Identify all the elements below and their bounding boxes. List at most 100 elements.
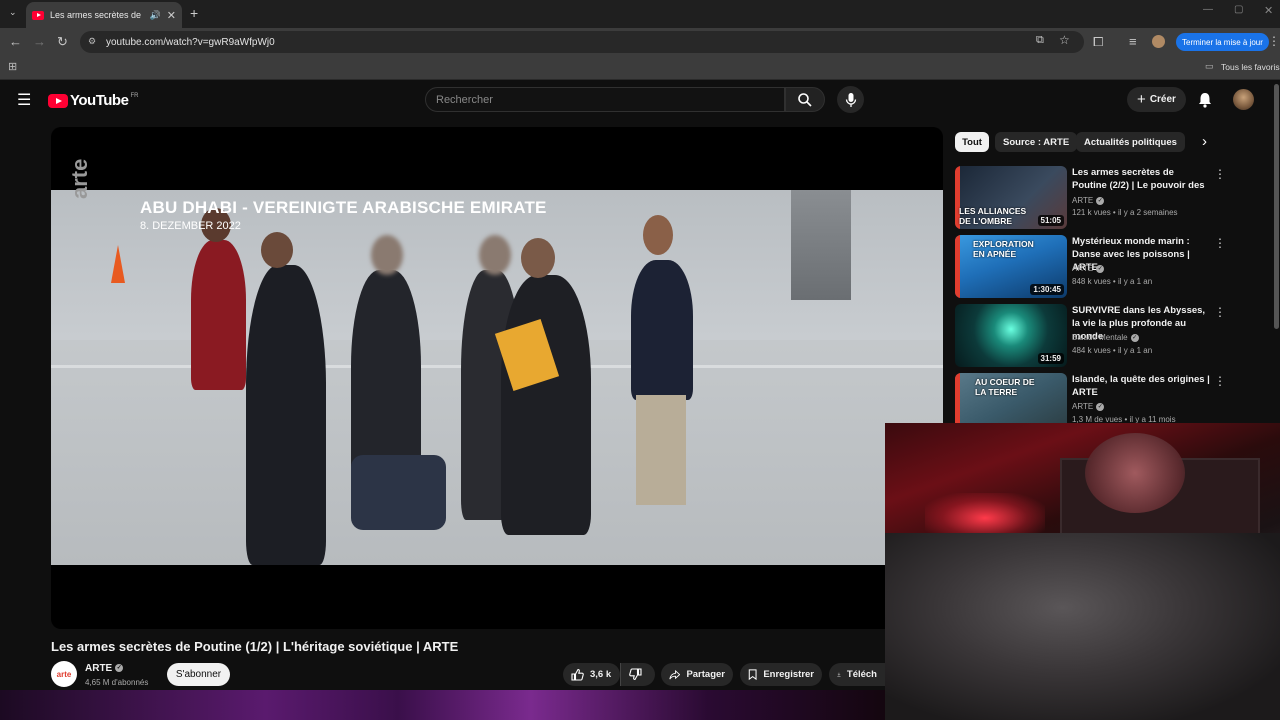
search-button[interactable]: [785, 87, 825, 112]
tab-list-chevron-icon[interactable]: ⌄: [9, 7, 17, 18]
more-options-icon[interactable]: ⋮: [1214, 374, 1226, 388]
video-thumbnail[interactable]: LES ALLIANCES DE L'OMBRE 51:05: [955, 166, 1067, 229]
recommendation-item[interactable]: 31:59 SURVIVRE dans les Abysses, la vie …: [955, 304, 1275, 368]
page-scrollbar[interactable]: [1274, 84, 1279, 329]
maximize-icon[interactable]: ▢: [1234, 4, 1243, 15]
person-head: [643, 215, 673, 255]
recommendation-title[interactable]: Les armes secrètes de Poutine (2/2) | Le…: [1072, 166, 1210, 192]
thumbs-up-icon: [571, 668, 584, 681]
video-title: Les armes secrètes de Poutine (1/2) | L'…: [51, 639, 459, 654]
reload-icon[interactable]: ↻: [57, 34, 68, 50]
thumbnail-text: EXPLORATION EN APNÉE: [973, 239, 1034, 259]
recommendation-channel[interactable]: ARTE ✓: [1072, 196, 1105, 205]
search-icon: [798, 92, 812, 107]
browser-tab[interactable]: Les armes secrètes de Poutine 🔊 ✕: [26, 2, 182, 28]
channel-text: ARTE: [1072, 264, 1094, 273]
back-arrow-icon[interactable]: ←: [9, 34, 22, 50]
download-button[interactable]: Téléch: [829, 663, 885, 686]
recommendation-channel[interactable]: ARTE ✓: [1072, 402, 1105, 411]
video-player[interactable]: ABU DHABI - VEREINIGTE ARABISCHE EMIRATE…: [51, 127, 943, 629]
thumbnail-text: AU COEUR DE LA TERRE: [975, 377, 1035, 397]
profile-avatar-icon[interactable]: [1152, 35, 1165, 48]
chips-next-chevron-icon[interactable]: ›: [1202, 133, 1207, 150]
verified-badge-icon: ✓: [1130, 333, 1139, 342]
dislike-button[interactable]: [620, 663, 655, 686]
channel-avatar[interactable]: arte: [51, 661, 77, 687]
webcam-overlay: [885, 423, 1280, 720]
download-icon: [837, 672, 841, 677]
youtube-favicon-icon: [32, 10, 44, 20]
aircraft-stairs: [791, 190, 851, 300]
youtube-play-icon: [48, 93, 68, 108]
hamburger-menu-icon[interactable]: ☰: [17, 90, 31, 110]
more-options-icon[interactable]: ⋮: [1214, 167, 1226, 181]
verified-badge-icon: ✓: [115, 664, 124, 673]
save-label: Enregistrer: [763, 669, 814, 680]
video-frame: ABU DHABI - VEREINIGTE ARABISCHE EMIRATE…: [51, 190, 943, 565]
video-caption-date: 8. DEZEMBER 2022: [140, 220, 241, 232]
channel-text: ARTE: [1072, 196, 1094, 205]
recommendation-item[interactable]: EXPLORATION EN APNÉE 1:30:45 Mystérieux …: [955, 235, 1275, 299]
video-duration: 31:59: [1037, 353, 1064, 364]
video-thumbnail[interactable]: 31:59: [955, 304, 1067, 367]
address-bar[interactable]: ⚙ youtube.com/watch?v=gwR9aWfpWj0 ⧉ ☆: [80, 31, 1084, 53]
verified-badge-icon: ✓: [1096, 264, 1105, 273]
chrome-menu-icon[interactable]: ⋮: [1268, 34, 1280, 48]
recommendation-channel[interactable]: ARTE ✓: [1072, 264, 1105, 273]
video-thumbnail[interactable]: EXPLORATION EN APNÉE 1:30:45: [955, 235, 1067, 298]
thumbnail-text: LES ALLIANCES DE L'OMBRE: [959, 206, 1027, 226]
person-navy-blazer: [631, 260, 693, 400]
blurred-face: [479, 235, 511, 275]
video-duration: 1:30:45: [1030, 284, 1064, 295]
reading-list-icon[interactable]: ≡: [1129, 34, 1137, 50]
share-button[interactable]: Partager: [661, 663, 733, 686]
bookmark-star-icon[interactable]: ☆: [1059, 33, 1070, 47]
voice-search-button[interactable]: [837, 86, 864, 113]
update-button[interactable]: Terminer la mise à jour: [1176, 33, 1269, 51]
traffic-cone: [111, 245, 125, 283]
recommendation-item[interactable]: LES ALLIANCES DE L'OMBRE 51:05 Les armes…: [955, 166, 1275, 230]
notifications-bell-icon[interactable]: [1197, 91, 1213, 108]
account-avatar[interactable]: [1233, 89, 1254, 110]
chip-source-arte[interactable]: Source : ARTE: [995, 132, 1078, 152]
verified-badge-icon: ✓: [1096, 196, 1105, 205]
save-button[interactable]: Enregistrer: [740, 663, 822, 686]
chip-political-news[interactable]: Actualités politiques: [1076, 132, 1185, 152]
speaker-icon[interactable]: 🔊: [150, 10, 161, 21]
forward-arrow-icon[interactable]: →: [33, 34, 46, 50]
create-label: Créer: [1149, 94, 1176, 105]
tab-close-icon[interactable]: ✕: [167, 9, 176, 22]
youtube-logo[interactable]: YouTube FR: [48, 92, 138, 109]
thumbs-down-icon: [629, 668, 642, 681]
tab-title: Les armes secrètes de Poutine: [50, 10, 144, 20]
like-count: 3,6 k: [590, 669, 612, 680]
channel-name[interactable]: ARTE ✓: [85, 663, 124, 674]
all-bookmarks-link[interactable]: Tous les favoris: [1221, 62, 1280, 72]
person-with-folder: [501, 275, 591, 535]
more-options-icon[interactable]: ⋮: [1214, 305, 1226, 319]
recommendation-title[interactable]: Islande, la quête des origines | ARTE: [1072, 373, 1210, 399]
more-options-icon[interactable]: ⋮: [1214, 236, 1226, 250]
arte-thumb-stripe: [955, 235, 960, 298]
plus-icon: +: [1137, 91, 1146, 108]
verified-badge-icon: ✓: [1096, 402, 1105, 411]
window-close-icon[interactable]: ✕: [1264, 4, 1273, 17]
apps-grid-icon[interactable]: ⊞: [8, 60, 17, 73]
subscribe-button[interactable]: S'abonner: [167, 663, 230, 686]
extensions-icon[interactable]: ⧠: [1093, 34, 1103, 50]
like-button[interactable]: 3,6 k: [563, 663, 620, 686]
channel-name-text: ARTE: [85, 663, 113, 674]
create-button[interactable]: + Créer: [1127, 87, 1186, 112]
duffel-bag: [351, 455, 446, 530]
person-face: [1085, 433, 1185, 513]
recommendation-channel[interactable]: Balade Mentale ✓: [1072, 333, 1139, 342]
minimize-icon[interactable]: —: [1203, 4, 1213, 15]
recommendation-meta: 121 k vues • il y a 2 semaines: [1072, 208, 1178, 217]
search-input[interactable]: Rechercher: [425, 87, 785, 112]
khaki-trousers: [636, 395, 686, 505]
install-app-icon[interactable]: ⧉: [1036, 34, 1044, 47]
chip-all[interactable]: Tout: [955, 132, 989, 152]
site-info-icon[interactable]: ⚙: [88, 36, 96, 47]
region-code: FR: [130, 92, 139, 99]
new-tab-icon[interactable]: +: [190, 5, 198, 21]
